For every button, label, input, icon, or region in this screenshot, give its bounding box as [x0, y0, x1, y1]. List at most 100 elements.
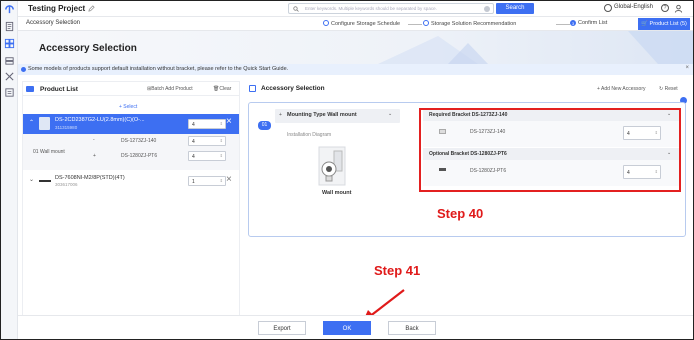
- search-input[interactable]: Enter keywords. Multiple keywords should…: [288, 3, 494, 14]
- info-bar: Some models of products support default …: [18, 64, 693, 75]
- product-name: DS-7608NI-M2/8P(STD)(4T): [55, 175, 125, 181]
- step-label: Configure Storage Schedule: [331, 21, 401, 27]
- mount-group-label: 01 Wall mount: [33, 149, 65, 155]
- ok-button[interactable]: OK: [323, 321, 371, 335]
- wall-mount-caption: Wall mount: [322, 190, 352, 196]
- stepper-icon[interactable]: ⇕: [220, 153, 223, 158]
- annotation-highlight-box: [419, 108, 681, 192]
- step-configure-storage[interactable]: Configure Storage Schedule: [323, 20, 400, 27]
- remove-icon[interactable]: ×: [226, 174, 232, 185]
- step-label: Storage Solution Recommendation: [431, 21, 517, 27]
- step-connector: [408, 24, 422, 25]
- product-image: [39, 180, 51, 182]
- plus-icon: +: [279, 112, 282, 118]
- document-icon[interactable]: [4, 21, 15, 32]
- top-bar: Testing Project Enter keywords. Multiple…: [18, 1, 693, 17]
- plus-icon: +: [93, 153, 96, 159]
- check-icon: [423, 20, 429, 26]
- accessory-icon: [249, 85, 256, 92]
- layers-icon[interactable]: [4, 55, 15, 66]
- project-title: Testing Project: [28, 4, 86, 13]
- stepper-icon[interactable]: ⇕: [220, 178, 223, 183]
- stepper-icon[interactable]: ⇕: [220, 121, 223, 126]
- language-selector[interactable]: Global-English: [614, 4, 653, 10]
- info-text: Some models of products support default …: [28, 66, 289, 72]
- remove-icon[interactable]: ×: [226, 116, 232, 127]
- product-row[interactable]: ⌄ DS-7608NI-M2/8P(STD)(4T) 303617006 1 ⇕ …: [23, 172, 239, 190]
- product-code: 311315980: [55, 125, 78, 130]
- panel-title: Accessory Selection: [261, 85, 325, 92]
- expand-icon[interactable]: ⌄: [29, 176, 34, 183]
- product-name: DS-2CD2387G2-LU(2.8mm)(C)(O-...: [55, 117, 145, 123]
- page-title: Accessory Selection: [39, 43, 137, 54]
- banner-graphic: [378, 31, 693, 64]
- quantity-value: 4: [192, 122, 195, 128]
- product-list-icon: [26, 86, 34, 92]
- quantity-value: 4: [192, 154, 195, 160]
- product-code: 303617006: [55, 182, 78, 187]
- search-icon: [293, 6, 299, 12]
- search-help-icon[interactable]: [484, 6, 490, 12]
- quantity-input[interactable]: 4 ⇕: [188, 151, 226, 161]
- add-new-accessory-button[interactable]: + Add New Accessory: [597, 86, 646, 92]
- reset-button[interactable]: ↻ Reset: [659, 86, 678, 92]
- product-list-button[interactable]: 🛒 Product List (5): [638, 18, 690, 30]
- annotation-step-40: Step 40: [437, 206, 484, 221]
- page-banner: Accessory Selection: [18, 31, 693, 64]
- accessory-name: DS-1273ZJ-140: [121, 138, 157, 144]
- mount-number: 01: [258, 121, 271, 130]
- list-icon[interactable]: [4, 87, 15, 98]
- installation-diagram-label: Installation Diagram: [287, 132, 332, 138]
- step-confirm-list[interactable]: 3 Confirm List: [570, 20, 607, 26]
- product-row-selected[interactable]: ⌃ DS-2CD2387G2-LU(2.8mm)(C)(O-... 311315…: [23, 114, 239, 134]
- quantity-input[interactable]: 1 ⇕: [188, 176, 226, 186]
- help-icon[interactable]: ?: [661, 4, 669, 12]
- product-image: [39, 117, 50, 130]
- globe-icon[interactable]: [604, 4, 612, 12]
- check-icon: [323, 20, 329, 26]
- left-rail: [1, 1, 18, 339]
- cart-icon: 🛒: [641, 21, 649, 27]
- footer-bar: Export OK Back: [18, 315, 693, 339]
- panel-title: Product List: [40, 86, 78, 93]
- step-number: 3: [570, 20, 576, 26]
- clear-label: Clear: [219, 86, 232, 92]
- search-placeholder: Enter keywords. Multiple keywords should…: [305, 6, 437, 11]
- batch-add-label: Batch Add Product: [151, 86, 193, 92]
- select-button[interactable]: + Select: [119, 104, 137, 110]
- wall-mount-image: [318, 146, 346, 186]
- grid-icon[interactable]: [4, 38, 15, 49]
- mount-group: 01 Wall mount - DS-1273ZJ-140 4 ⇕ + DS-12…: [23, 134, 239, 170]
- dash-icon: -: [93, 137, 95, 143]
- batch-add-button[interactable]: ⊞Batch Add Product: [147, 86, 193, 92]
- export-button[interactable]: Export: [258, 321, 306, 335]
- mounting-type-label: Mounting Type Wall mount: [287, 112, 357, 118]
- quantity-value: 4: [192, 139, 195, 145]
- quantity-input[interactable]: 4 ⇕: [188, 136, 226, 146]
- clear-button[interactable]: 🗑Clear: [213, 86, 231, 92]
- user-icon[interactable]: [674, 4, 683, 13]
- sub-header: Accessory Selection Configure Storage Sc…: [18, 17, 693, 31]
- close-icon[interactable]: ×: [685, 65, 689, 71]
- logo-icon[interactable]: [4, 4, 15, 15]
- edit-icon[interactable]: [88, 5, 95, 12]
- back-button[interactable]: Back: [388, 321, 436, 335]
- info-icon: [21, 67, 26, 72]
- product-list-panel: Product List ⊞Batch Add Product 🗑Clear +…: [22, 81, 240, 319]
- annotation-step-41: Step 41: [374, 263, 421, 278]
- step-connector: [556, 24, 570, 25]
- chevron-down-icon: ⌄: [388, 111, 393, 117]
- tools-icon[interactable]: [4, 71, 15, 82]
- reset-label: Reset: [664, 86, 678, 92]
- reset-icon: ↻: [659, 86, 664, 92]
- stepper-icon[interactable]: ⇕: [220, 138, 223, 143]
- collapse-icon[interactable]: ⌃: [29, 119, 34, 126]
- step-label: Confirm List: [578, 20, 608, 26]
- mounting-type-select[interactable]: + Mounting Type Wall mount ⌄: [275, 109, 400, 123]
- search-button[interactable]: Search: [496, 3, 534, 14]
- divider: [23, 95, 239, 96]
- step-storage-recommendation[interactable]: Storage Solution Recommendation: [423, 20, 516, 27]
- product-list-label: Product List (5): [649, 21, 687, 27]
- breadcrumb: Accessory Selection: [26, 20, 81, 26]
- quantity-input[interactable]: 4 ⇕: [188, 119, 226, 129]
